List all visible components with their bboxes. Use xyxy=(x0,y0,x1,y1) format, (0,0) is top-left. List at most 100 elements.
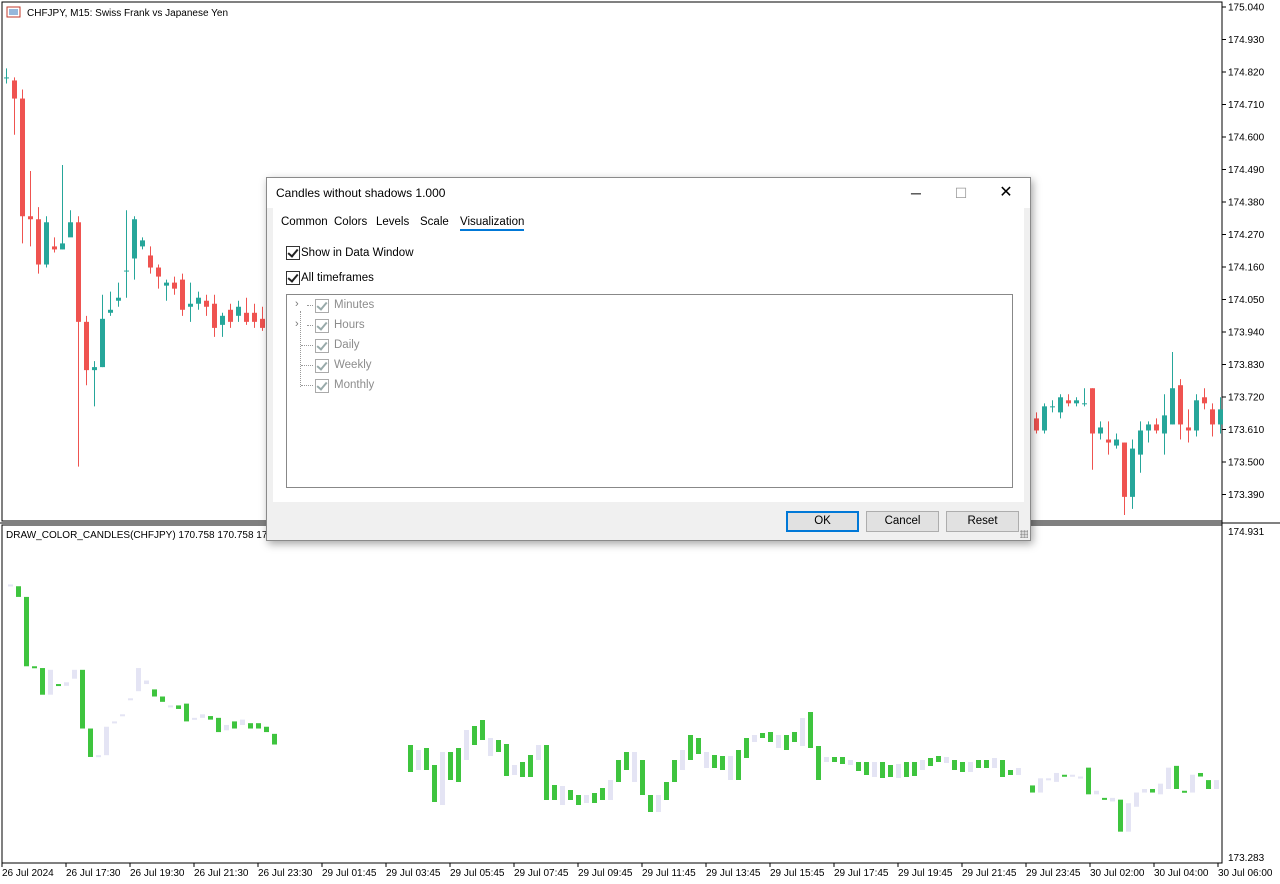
tab-scale[interactable]: Scale xyxy=(420,216,449,228)
candle-body xyxy=(1050,406,1055,408)
all-timeframes-checkbox[interactable] xyxy=(286,271,300,285)
indicator-candle-body xyxy=(1118,799,1123,832)
weekly-label: Weekly xyxy=(334,359,372,371)
price-label: 174.490 xyxy=(1228,165,1265,176)
candle-body xyxy=(116,297,121,301)
hours-checkbox[interactable] xyxy=(315,319,329,333)
indicator-candle-body xyxy=(680,750,685,770)
indicator-candle-body xyxy=(824,757,829,762)
price-label: 173.940 xyxy=(1228,328,1265,339)
candle-body xyxy=(1218,409,1223,425)
dialog-titlebar[interactable]: Candles without shadows 1.000 ─ ☐ ✕ xyxy=(267,178,1030,208)
candle-body xyxy=(84,321,89,371)
time-label: 29 Jul 07:45 xyxy=(514,868,569,879)
time-label: 29 Jul 09:45 xyxy=(578,868,633,879)
candle-body xyxy=(260,318,265,328)
candle-body xyxy=(36,219,41,265)
close-button[interactable]: ✕ xyxy=(983,178,1029,208)
price-label: 173.500 xyxy=(1228,458,1265,469)
candle-body xyxy=(140,240,145,247)
indicator-candle-body xyxy=(864,762,869,775)
indicator-candle-body xyxy=(40,668,45,695)
indicator-candle-body xyxy=(432,765,437,802)
weekly-checkbox[interactable] xyxy=(315,359,329,373)
indicator-candle-body xyxy=(528,755,533,777)
expand-minutes-icon[interactable]: › xyxy=(295,298,299,310)
candle-body xyxy=(1186,427,1191,431)
candle-body xyxy=(60,243,65,250)
indicator-candle-body xyxy=(1102,797,1107,800)
candle-body xyxy=(92,367,97,371)
candle-body xyxy=(156,267,161,277)
price-label: 173.720 xyxy=(1228,393,1265,404)
candle-body xyxy=(204,300,209,307)
time-label: 30 Jul 06:00 xyxy=(1218,868,1273,879)
time-label: 29 Jul 17:45 xyxy=(834,868,889,879)
indicator-candle-body xyxy=(776,735,781,748)
indicator-candle-body xyxy=(1000,760,1005,777)
indicator-candle-body xyxy=(1158,783,1163,795)
tab-common[interactable]: Common xyxy=(281,216,328,228)
indicator-candle-body xyxy=(872,762,877,777)
candle-body xyxy=(252,312,257,322)
candle-body xyxy=(1042,406,1047,431)
indicator-candle-body xyxy=(920,760,925,770)
chart-symbol-icon xyxy=(6,6,21,18)
indicator-candle-body xyxy=(48,669,53,695)
all-timeframes-label: All timeframes xyxy=(301,272,374,284)
indicator-candle-body xyxy=(424,748,429,770)
indicator-candle-body xyxy=(768,732,773,742)
candle-body xyxy=(148,255,153,268)
indicator-candle-body xyxy=(560,786,565,805)
price-label: 174.160 xyxy=(1228,263,1265,274)
indicator-candle-body xyxy=(144,680,149,685)
dialog-title: Candles without shadows 1.000 xyxy=(276,186,446,200)
indicator-candle-body xyxy=(968,762,973,772)
indicator-candle-body xyxy=(1126,803,1131,832)
indicator-candle-body xyxy=(1206,780,1211,789)
candle-body xyxy=(20,98,25,217)
minutes-label: Minutes xyxy=(334,299,375,311)
resize-grip-icon[interactable] xyxy=(1020,530,1028,538)
indicator-candle-body xyxy=(656,795,661,812)
indicator-candle-body xyxy=(256,723,261,729)
expand-hours-icon[interactable]: › xyxy=(295,318,299,330)
indicator-candle-body xyxy=(96,755,101,758)
indicator-candle-body xyxy=(1054,772,1059,782)
indicator-candle-body xyxy=(640,760,645,795)
cancel-button[interactable]: Cancel xyxy=(866,511,939,532)
indicator-candle-body xyxy=(840,757,845,764)
indicator-candle-body xyxy=(832,757,837,762)
price-label: 173.830 xyxy=(1228,360,1265,371)
tree-line xyxy=(301,385,313,386)
tree-line xyxy=(300,311,301,387)
indicator-candle-body xyxy=(440,752,445,805)
indicator-candle-body xyxy=(152,689,157,697)
candle-body xyxy=(1090,388,1095,434)
indicator-candle-body xyxy=(936,756,941,762)
indicator-candle-body xyxy=(712,755,717,768)
indicator-candle-body xyxy=(896,764,901,778)
indicator-candle-body xyxy=(520,762,525,777)
minutes-checkbox[interactable] xyxy=(315,299,329,313)
indicator-candle-body xyxy=(200,714,205,718)
time-label: 26 Jul 21:30 xyxy=(194,868,249,879)
minimize-button[interactable]: ─ xyxy=(893,178,939,208)
monthly-checkbox[interactable] xyxy=(315,379,329,393)
reset-button[interactable]: Reset xyxy=(946,511,1019,532)
time-label: 26 Jul 2024 xyxy=(2,868,54,879)
indicator-candle-body xyxy=(1182,790,1187,793)
tab-colors[interactable]: Colors xyxy=(334,216,367,228)
tab-visualization[interactable]: Visualization xyxy=(460,216,525,231)
show-in-data-window-checkbox[interactable] xyxy=(286,246,300,260)
maximize-button[interactable]: ☐ xyxy=(938,178,984,208)
candle-body xyxy=(68,222,73,238)
time-label: 29 Jul 23:45 xyxy=(1026,868,1081,879)
indicator-candle-body xyxy=(64,682,69,686)
tab-levels[interactable]: Levels xyxy=(376,216,409,228)
candle-body xyxy=(220,315,225,325)
monthly-label: Monthly xyxy=(334,379,375,391)
ok-button[interactable]: OK xyxy=(786,511,859,532)
indicator-candle-body xyxy=(792,732,797,742)
daily-checkbox[interactable] xyxy=(315,339,329,353)
